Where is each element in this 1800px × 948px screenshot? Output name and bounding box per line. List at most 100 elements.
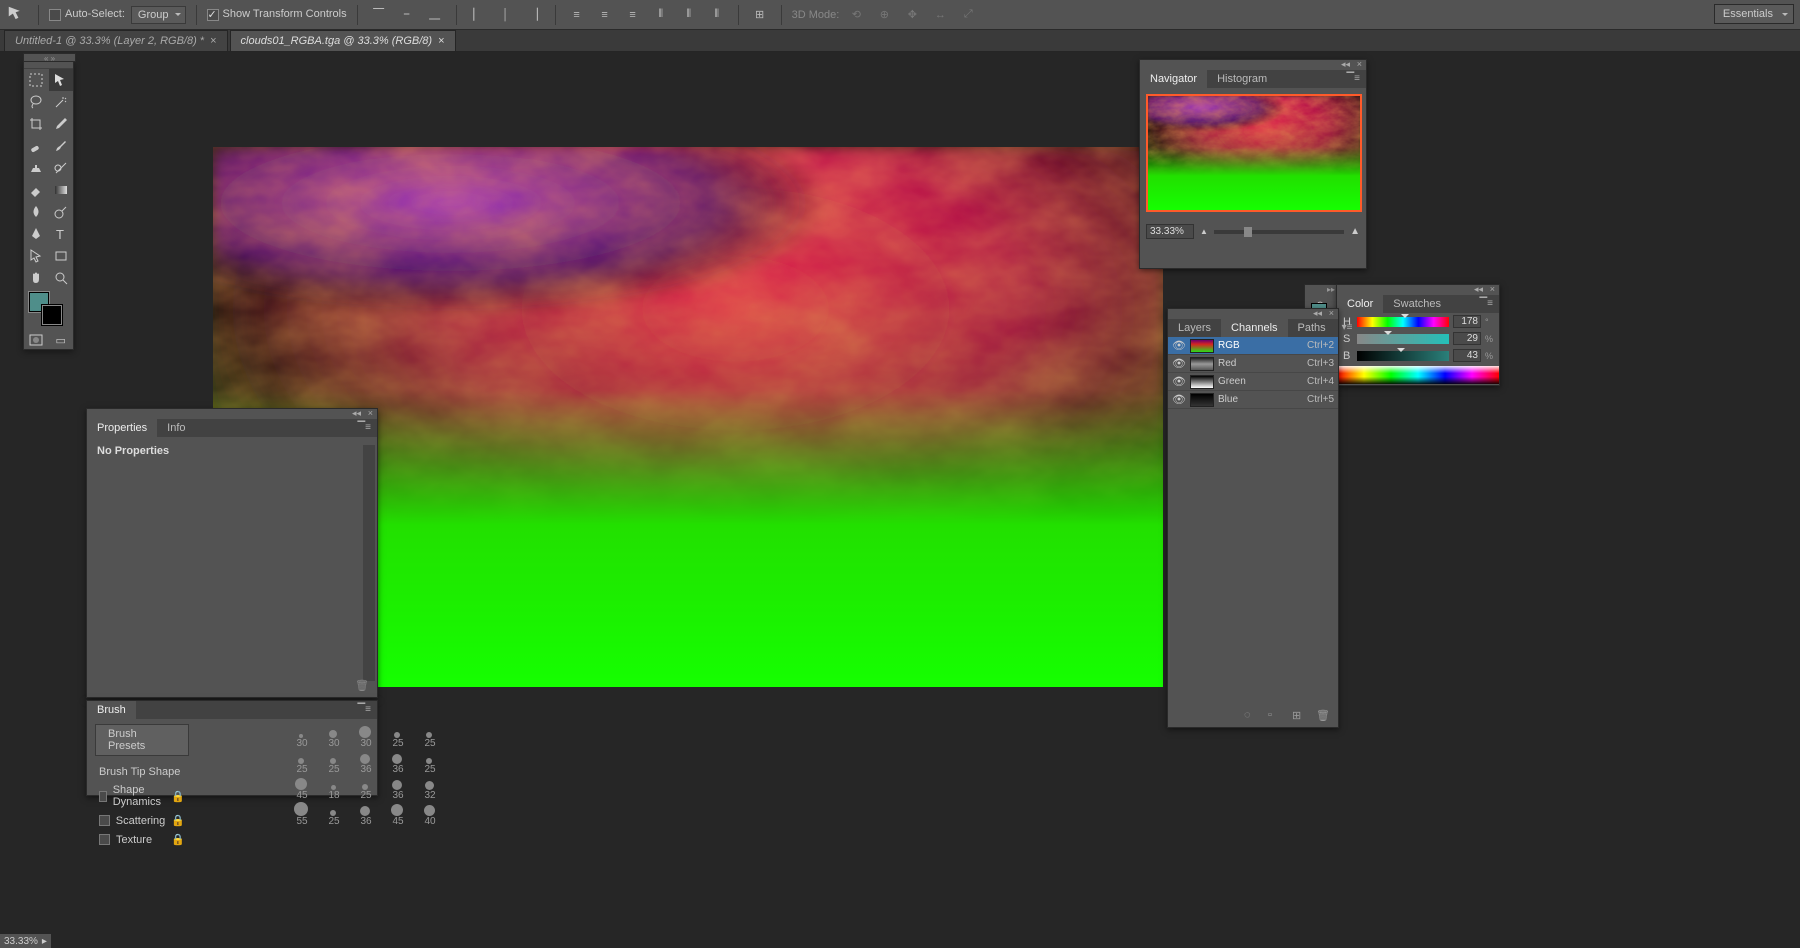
3d-scale-icon[interactable]: ⤢ bbox=[957, 4, 979, 26]
close-icon[interactable]: × bbox=[1490, 284, 1495, 294]
zoom-in-icon[interactable]: ▲ bbox=[1350, 226, 1360, 237]
type-tool[interactable]: T bbox=[49, 223, 74, 245]
eyedropper-tool[interactable] bbox=[49, 113, 74, 135]
visibility-eye-icon[interactable]: 👁 bbox=[1172, 357, 1186, 370]
channel-row[interactable]: 👁RedCtrl+3 bbox=[1168, 355, 1338, 373]
collapse-icon[interactable]: ◂◂ bbox=[352, 408, 361, 419]
visibility-eye-icon[interactable]: 👁 bbox=[1172, 339, 1186, 352]
scrollbar[interactable] bbox=[363, 445, 375, 681]
close-icon[interactable]: × bbox=[1357, 59, 1362, 69]
3d-slide-icon[interactable]: ↔ bbox=[929, 4, 951, 26]
brush-presets-button[interactable]: Brush Presets bbox=[95, 724, 189, 756]
background-color[interactable] bbox=[42, 305, 62, 325]
save-selection-icon[interactable]: ▫ bbox=[1268, 709, 1282, 723]
delete-channel-icon[interactable]: 🗑 bbox=[1316, 709, 1330, 723]
tab-layers[interactable]: Layers bbox=[1168, 319, 1221, 337]
close-icon[interactable]: × bbox=[438, 35, 444, 47]
quick-mask-mode-icon[interactable]: ▭ bbox=[49, 331, 74, 349]
history-brush-tool[interactable] bbox=[49, 157, 74, 179]
tab-histogram[interactable]: Histogram bbox=[1207, 70, 1277, 88]
align-horizontal-centers-icon[interactable]: │ bbox=[495, 4, 517, 26]
3d-rotate-icon[interactable]: ⟲ bbox=[845, 4, 867, 26]
brush-preset[interactable]: 25 bbox=[319, 803, 349, 827]
load-selection-icon[interactable]: ◌ bbox=[1244, 709, 1258, 723]
brush-preset[interactable]: 25 bbox=[351, 777, 381, 801]
tool-preset-picker[interactable] bbox=[6, 4, 28, 26]
show-transform-toggle[interactable]: Show Transform Controls bbox=[207, 8, 347, 20]
status-menu-icon[interactable]: ▸ bbox=[42, 936, 47, 947]
collapse-icon[interactable]: ◂◂ bbox=[1313, 308, 1322, 319]
healing-brush-tool[interactable] bbox=[24, 135, 49, 157]
tab-brush[interactable]: Brush bbox=[87, 701, 136, 719]
tab-properties[interactable]: Properties bbox=[87, 419, 157, 437]
close-icon[interactable]: × bbox=[210, 35, 216, 47]
channel-row[interactable]: 👁GreenCtrl+4 bbox=[1168, 373, 1338, 391]
saturation-slider[interactable] bbox=[1357, 334, 1449, 344]
brush-preset[interactable]: 30 bbox=[351, 725, 381, 749]
crop-tool[interactable] bbox=[24, 113, 49, 135]
collapse-arrows-icon[interactable]: « » bbox=[23, 53, 76, 62]
trash-icon[interactable]: 🗑 bbox=[355, 679, 371, 695]
tab-navigator[interactable]: Navigator bbox=[1140, 70, 1207, 88]
panel-menu-icon[interactable]: ▾≡ bbox=[1336, 319, 1359, 337]
dodge-tool[interactable] bbox=[49, 201, 74, 223]
panel-menu-icon[interactable]: ▔≡ bbox=[351, 701, 377, 719]
brush-preset-grid[interactable]: 3030302525252536362545182536325525364540 bbox=[287, 725, 445, 827]
brush-preset[interactable]: 25 bbox=[415, 725, 445, 749]
standard-mode-icon[interactable] bbox=[24, 331, 49, 349]
visibility-eye-icon[interactable]: 👁 bbox=[1172, 393, 1186, 406]
hand-tool[interactable] bbox=[24, 267, 49, 289]
tab-channels[interactable]: Channels bbox=[1221, 319, 1287, 337]
lasso-tool[interactable] bbox=[24, 91, 49, 113]
3d-pan-icon[interactable]: ✥ bbox=[901, 4, 923, 26]
panel-menu-icon[interactable]: ▔≡ bbox=[351, 419, 377, 437]
brush-preset[interactable]: 25 bbox=[319, 751, 349, 775]
align-right-edges-icon[interactable]: ▕ bbox=[523, 4, 545, 26]
align-bottom-edges-icon[interactable]: ⎽ bbox=[424, 4, 446, 26]
channel-row[interactable]: 👁BlueCtrl+5 bbox=[1168, 391, 1338, 409]
3d-roll-icon[interactable]: ⊕ bbox=[873, 4, 895, 26]
path-selection-tool[interactable] bbox=[24, 245, 49, 267]
auto-align-icon[interactable]: ⊞ bbox=[749, 4, 771, 26]
tab-swatches[interactable]: Swatches bbox=[1383, 295, 1451, 313]
align-top-edges-icon[interactable]: ⎺ bbox=[368, 4, 390, 26]
navigator-thumbnail[interactable] bbox=[1146, 94, 1362, 212]
brush-preset[interactable]: 36 bbox=[383, 751, 413, 775]
auto-select-dropdown[interactable]: Group bbox=[131, 6, 186, 24]
panel-menu-icon[interactable]: ▔≡ bbox=[1340, 70, 1366, 88]
blur-tool[interactable] bbox=[24, 201, 49, 223]
zoom-slider[interactable] bbox=[1214, 230, 1344, 234]
brush-preset[interactable]: 25 bbox=[383, 725, 413, 749]
brush-tool[interactable] bbox=[49, 135, 74, 157]
doc-tab-clouds[interactable]: clouds01_RGBA.tga @ 33.3% (RGB/8)× bbox=[230, 30, 456, 51]
distribute-top-icon[interactable]: ≡ bbox=[566, 4, 588, 26]
align-vertical-centers-icon[interactable]: ⎯ bbox=[396, 4, 418, 26]
brush-preset[interactable]: 36 bbox=[351, 751, 381, 775]
channel-row[interactable]: 👁RGBCtrl+2 bbox=[1168, 337, 1338, 355]
zoom-out-icon[interactable]: ▲ bbox=[1200, 227, 1208, 236]
distribute-right-icon[interactable]: ⦀ bbox=[706, 4, 728, 26]
brush-preset[interactable]: 45 bbox=[287, 777, 317, 801]
close-icon[interactable]: × bbox=[368, 408, 373, 418]
brush-preset[interactable]: 30 bbox=[319, 725, 349, 749]
color-spectrum[interactable] bbox=[1337, 366, 1499, 384]
status-zoom[interactable]: 33.33% bbox=[4, 936, 38, 947]
brush-preset[interactable]: 36 bbox=[351, 803, 381, 827]
brush-preset[interactable]: 30 bbox=[287, 725, 317, 749]
hue-input[interactable] bbox=[1453, 315, 1481, 328]
brush-preset[interactable]: 36 bbox=[383, 777, 413, 801]
distribute-left-icon[interactable]: ⦀ bbox=[650, 4, 672, 26]
brush-item-scattering[interactable]: Scattering🔒 bbox=[87, 811, 197, 830]
gradient-tool[interactable] bbox=[49, 179, 74, 201]
visibility-eye-icon[interactable]: 👁 bbox=[1172, 375, 1186, 388]
rectangle-tool[interactable] bbox=[49, 245, 74, 267]
distribute-bottom-icon[interactable]: ≡ bbox=[622, 4, 644, 26]
brightness-slider[interactable] bbox=[1357, 351, 1449, 361]
collapse-icon[interactable]: ◂◂ bbox=[1341, 59, 1350, 70]
close-icon[interactable]: × bbox=[1329, 308, 1334, 318]
magic-wand-tool[interactable] bbox=[49, 91, 74, 113]
brightness-input[interactable] bbox=[1453, 349, 1481, 362]
auto-select-toggle[interactable]: Auto-Select: bbox=[49, 8, 125, 20]
clone-stamp-tool[interactable] bbox=[24, 157, 49, 179]
tab-color[interactable]: Color bbox=[1337, 295, 1383, 313]
